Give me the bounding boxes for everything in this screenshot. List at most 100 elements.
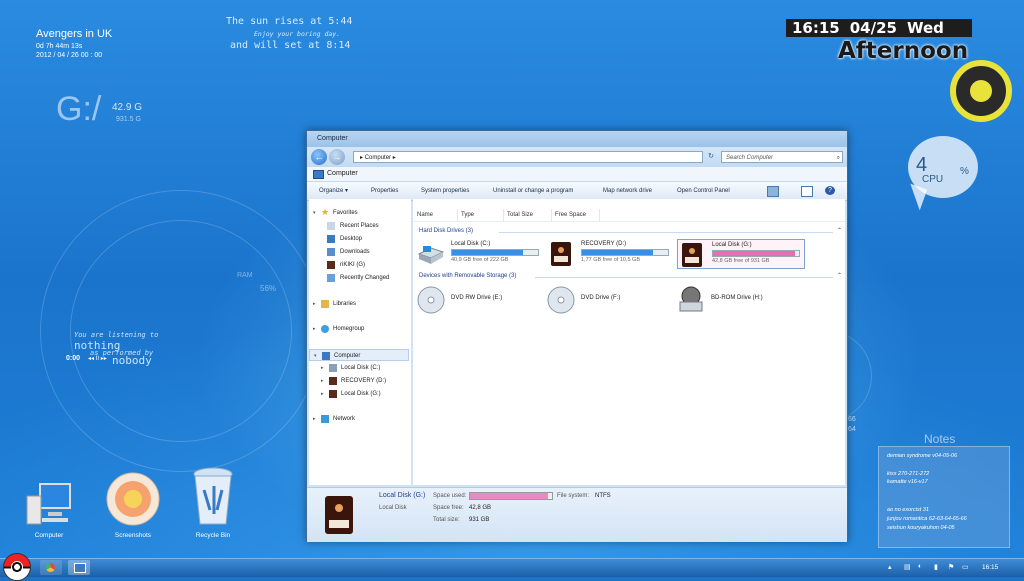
map-network-drive-button[interactable]: Map network drive	[603, 182, 652, 200]
details-space-used-label: Space used:	[433, 493, 467, 499]
computer-icon	[24, 482, 74, 528]
music-listening-label: You are listening to	[74, 331, 159, 339]
chrome-icon	[46, 563, 55, 572]
drive-name: DVD RW Drive (E:)	[451, 295, 503, 301]
hard-drive-icon	[678, 241, 706, 269]
search-input[interactable]: Search Computer ⌕	[721, 151, 843, 163]
expand-arrow-icon[interactable]: ▸	[321, 362, 324, 374]
system-properties-button[interactable]: System properties	[421, 182, 469, 200]
drive-recovery-d[interactable]: RECOVERY (D:) 1,77 GB free of 10,5 GB	[547, 239, 671, 269]
quote-text: Enjoy your boring day.	[254, 30, 341, 38]
sunrise-text: The sun rises at 5:44	[226, 16, 353, 27]
drive-usage-bar	[581, 249, 669, 256]
back-button[interactable]: ←	[311, 149, 327, 165]
music-time: 0:00	[66, 355, 81, 362]
search-icon[interactable]: ⌕	[837, 152, 840, 164]
computer-icon	[74, 563, 86, 573]
tray-overflow-icon[interactable]: ▴	[888, 563, 892, 571]
start-button[interactable]	[3, 553, 31, 581]
computer-icon	[322, 352, 330, 360]
tray-network-icon[interactable]: ▮	[934, 563, 938, 571]
expand-arrow-icon[interactable]: ▸	[321, 375, 324, 387]
expand-arrow-icon[interactable]: ▸	[321, 388, 324, 400]
group-divider	[535, 277, 833, 278]
nav-label: Desktop	[340, 236, 363, 242]
details-drive-name: Local Disk (G:)	[379, 492, 426, 499]
column-free-space[interactable]: Free Space	[555, 209, 600, 221]
cpu-bubble: 4 CPU %	[908, 136, 978, 198]
clock-time: 16:15	[792, 19, 840, 37]
column-total-size[interactable]: Total Size	[507, 209, 552, 221]
expand-arrow-icon[interactable]: ▸	[313, 298, 316, 310]
desktop-icon-screenshots[interactable]: Screenshots	[102, 470, 164, 539]
desktop-icon-computer[interactable]: Computer	[18, 482, 80, 539]
column-type[interactable]: Type	[461, 209, 504, 221]
uninstall-program-button[interactable]: Uninstall or change a program	[493, 182, 573, 200]
details-usage-fill	[470, 493, 548, 499]
drive-dvd-f[interactable]: DVD Drive (F:)	[547, 285, 671, 315]
details-drive-type: Local Disk	[379, 505, 407, 511]
collapse-chevron-icon[interactable]: ⌃	[837, 272, 842, 279]
sunset-text: and will set at 8:14	[230, 40, 351, 51]
star-icon: ★	[321, 207, 330, 217]
tray-app-icon[interactable]: ▤	[904, 563, 911, 571]
window-titlebar[interactable]: Computer	[307, 131, 847, 147]
desktop-icon-label: Screenshots	[114, 532, 152, 539]
column-name[interactable]: Name	[417, 209, 458, 221]
properties-button[interactable]: Properties	[371, 182, 398, 200]
preview-pane-icon[interactable]	[801, 186, 813, 197]
desktop-icon-label: Computer	[34, 532, 64, 539]
group-removable-storage[interactable]: Devices with Removable Storage (3)	[419, 273, 516, 279]
nav-computer[interactable]: ▾ Computer	[309, 349, 409, 361]
drive-icon	[329, 364, 337, 372]
drive-name: DVD Drive (F:)	[581, 295, 621, 301]
desktop-icon-label: Recycle Bin	[195, 532, 231, 539]
refresh-icon[interactable]: ↻	[705, 151, 717, 163]
help-icon[interactable]: ?	[825, 186, 835, 195]
organize-button[interactable]: Organize ▾	[319, 182, 348, 200]
note-line: junjou romantica 62-63-64-65-66	[887, 516, 967, 522]
drive-usage-fill	[452, 250, 523, 255]
collapse-chevron-icon[interactable]: ⌃	[837, 227, 842, 234]
drive-bd-rom-h[interactable]: BD-ROM Drive (H:)	[677, 285, 801, 315]
expand-arrow-icon[interactable]: ▸	[313, 323, 316, 335]
notes-widget[interactable]: demian syndrome v04-05-06 kiss 270-271-2…	[878, 446, 1010, 548]
drive-local-disk-c[interactable]: Local Disk (C:) 40,9 GB free of 222 GB	[417, 239, 541, 269]
desktop-icon-recycle-bin[interactable]: Recycle Bin	[182, 466, 244, 539]
tray-volume-icon[interactable]: ◐	[918, 563, 922, 570]
tray-flag-icon[interactable]: ⚑	[948, 563, 954, 571]
notes-title: Notes	[924, 432, 956, 446]
collapse-arrow-icon[interactable]: ▾	[314, 350, 317, 362]
taskbar-explorer-button[interactable]	[68, 560, 90, 575]
details-filesystem: NTFS	[595, 493, 611, 499]
drive-local-disk-g[interactable]: Local Disk (G:) 42,8 GB free of 931 GB	[677, 239, 805, 269]
explorer-window[interactable]: Computer ← → ▸ Computer ▸ ↻ Search Compu…	[306, 130, 848, 542]
flower-icon	[105, 470, 161, 528]
view-options-icon[interactable]	[767, 186, 779, 197]
drive-dvd-rw-e[interactable]: DVD RW Drive (E:)	[417, 285, 541, 315]
location-title: Avengers in UK	[36, 28, 113, 40]
expand-arrow-icon[interactable]: ▸	[313, 413, 316, 425]
computer-icon	[313, 170, 324, 179]
details-pane: Local Disk (G:) Local Disk Space used: F…	[307, 487, 847, 542]
forward-button[interactable]: →	[329, 149, 345, 165]
music-controls[interactable]: ◂◂ II ▸▸	[88, 355, 107, 362]
partial-readout-a: 66	[848, 416, 856, 423]
address-bar[interactable]: ▸ Computer ▸	[353, 151, 703, 163]
group-hard-disk-drives[interactable]: Hard Disk Drives (3)	[419, 228, 473, 234]
nav-label: Local Disk (C:)	[341, 365, 381, 371]
drive-free-text: 42,8 GB free of 931 GB	[712, 258, 770, 264]
navigation-pane: ▾ ★ Favorites Recent Places Desktop Downlo…	[309, 199, 411, 485]
nav-label: Favorites	[333, 210, 358, 216]
drive-name: BD-ROM Drive (H:)	[711, 295, 763, 301]
open-control-panel-button[interactable]: Open Control Panel	[677, 182, 730, 200]
column-header: Name Type Total Size Free Space	[413, 209, 845, 222]
taskbar-chrome-button[interactable]	[40, 560, 62, 575]
drive-usage-bar	[712, 250, 800, 257]
tray-battery-icon[interactable]: ▭	[962, 563, 969, 571]
libraries-icon	[321, 300, 329, 308]
hard-drive-icon	[417, 240, 445, 268]
drive-name: Local Disk (C:)	[451, 241, 491, 247]
taskbar: ▴ ▤ ◐ ▮ ⚑ ▭ 16:15	[0, 553, 1024, 581]
taskbar-clock[interactable]: 16:15	[982, 559, 998, 577]
